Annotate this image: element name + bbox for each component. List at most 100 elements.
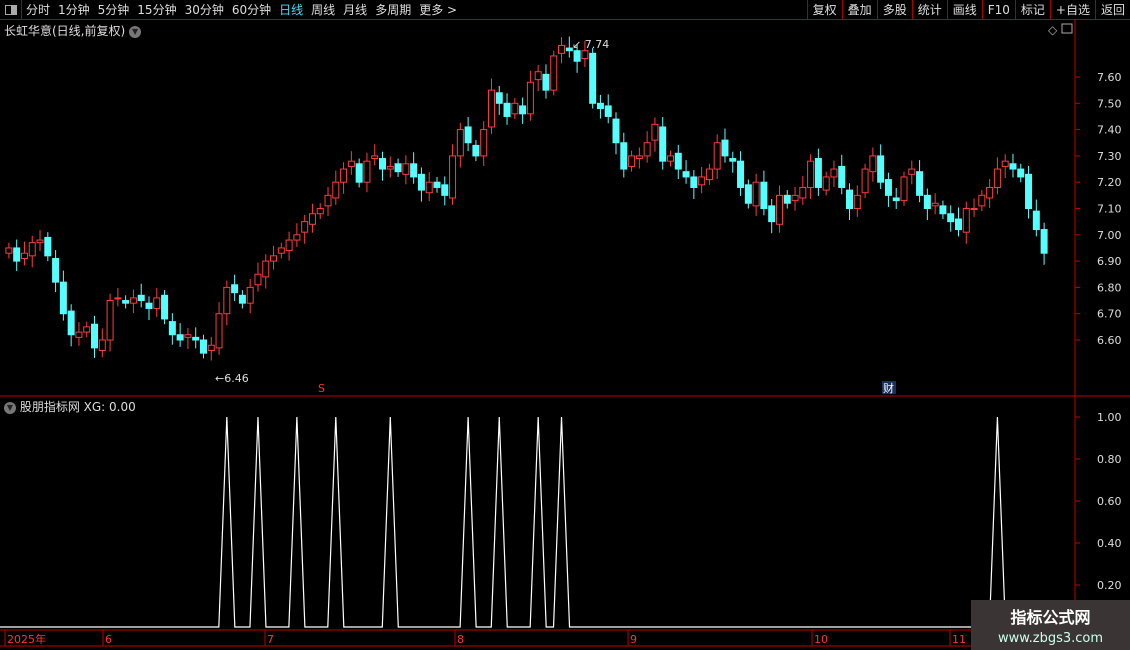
y-tick-label: 6.70 <box>1097 308 1122 321</box>
candle-body <box>67 310 75 336</box>
candle-body <box>1032 210 1040 231</box>
candle-body <box>20 252 28 259</box>
candle-body <box>853 194 861 210</box>
candle-body <box>589 52 597 104</box>
candle-body <box>550 55 558 91</box>
candle-body <box>830 168 838 178</box>
candle-body <box>923 194 931 210</box>
y-tick-label: 6.90 <box>1097 255 1122 268</box>
candle-body <box>620 142 628 170</box>
candle-body <box>480 129 488 157</box>
candle-body <box>970 208 978 210</box>
candle-body <box>931 202 939 207</box>
candle-body <box>379 158 387 170</box>
candle-body <box>472 144 480 157</box>
candle-body <box>581 50 589 60</box>
y-tick-label: 0.80 <box>1097 453 1122 466</box>
diamond-icon: ◇ <box>1048 23 1058 37</box>
finance-marker: 财 <box>883 381 894 395</box>
candle-body <box>705 168 713 181</box>
candle-body <box>433 181 441 188</box>
date-label: 2025年 <box>7 632 46 646</box>
y-tick-label: 7.50 <box>1097 97 1122 110</box>
candle-body <box>145 302 153 309</box>
candle-body <box>596 102 604 110</box>
candle-body <box>363 160 371 183</box>
candle-body <box>1001 160 1009 167</box>
candle-body <box>721 139 729 157</box>
candle-body <box>192 336 200 341</box>
candle-body <box>791 194 799 202</box>
candle-body <box>768 205 776 223</box>
candle-body <box>371 155 379 160</box>
candle-body <box>666 155 674 162</box>
date-label: 6 <box>105 633 112 646</box>
candle-body <box>643 142 651 157</box>
candle-body <box>962 208 970 233</box>
y-tick-label: 7.10 <box>1097 203 1122 216</box>
candle-body <box>340 168 348 183</box>
candle-body <box>628 155 636 167</box>
date-label: 10 <box>814 633 828 646</box>
date-label: 7 <box>267 633 274 646</box>
y-tick-label: 0.40 <box>1097 537 1122 550</box>
candle-body <box>861 168 869 194</box>
candle-body <box>36 239 44 244</box>
candle-body <box>807 160 815 188</box>
candle-body <box>604 105 612 117</box>
date-label: 9 <box>630 633 637 646</box>
candle-body <box>752 181 760 207</box>
candle-body <box>386 165 394 170</box>
candle-body <box>215 313 223 349</box>
candle-body <box>347 160 355 167</box>
candle-body <box>729 158 737 162</box>
candle-body <box>822 176 830 191</box>
candle-body <box>760 181 768 209</box>
candle-body <box>122 300 130 304</box>
candle-body <box>176 334 184 341</box>
y-tick-label: 7.30 <box>1097 150 1122 163</box>
candle-body <box>238 294 246 304</box>
kline-chart[interactable]: ◇ 7.60 7.50 7.40 7.30 7.20 7.10 7.00 6.90 6.80 6.7… <box>0 0 1130 650</box>
y-tick-label: 0.20 <box>1097 579 1122 592</box>
candle-body <box>246 286 254 304</box>
candle-body <box>308 213 316 225</box>
candle-body <box>75 331 83 338</box>
candle-body <box>542 73 550 91</box>
y-tick-label: 6.80 <box>1097 281 1122 294</box>
candle-body <box>573 50 581 62</box>
candle-body <box>635 155 643 160</box>
candle-body <box>355 163 363 183</box>
candle-body <box>690 176 698 188</box>
candle-body <box>1025 173 1033 209</box>
y-tick-label: 6.60 <box>1097 334 1122 347</box>
candle-body <box>511 102 519 115</box>
candle-body <box>526 81 534 115</box>
candle-body <box>91 323 99 349</box>
candle-body <box>223 286 231 315</box>
candle-body <box>168 321 176 336</box>
candle-body <box>207 344 215 352</box>
candle-body <box>612 118 620 144</box>
candle-body <box>456 129 464 157</box>
candle-body <box>425 181 433 194</box>
candle-body <box>775 194 783 225</box>
y-tick-label: 7.40 <box>1097 124 1122 137</box>
candle-body <box>285 239 293 252</box>
candle-body <box>698 176 706 186</box>
candle-body <box>900 176 908 202</box>
candle-body <box>449 155 457 199</box>
candle-body <box>332 181 340 199</box>
candle-body <box>410 163 418 178</box>
candle-body <box>98 339 106 352</box>
candle-body <box>986 186 994 199</box>
candle-body <box>293 234 301 241</box>
candle-body <box>838 165 846 188</box>
candle-body <box>83 326 91 333</box>
candle-body <box>939 205 947 215</box>
candle-body <box>441 184 449 196</box>
candle-body <box>558 44 566 54</box>
candle-body <box>495 92 503 104</box>
candle-body <box>1009 163 1017 170</box>
candle-body <box>744 184 752 204</box>
